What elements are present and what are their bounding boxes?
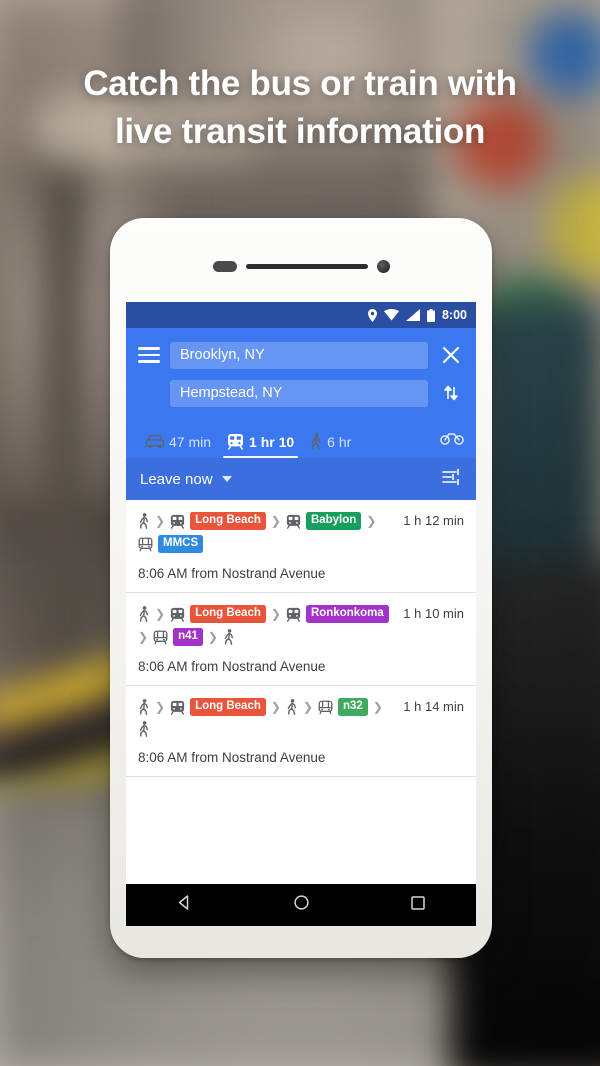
phone-mockup: 8:00 Brooklyn, NY Hempstead, NY 47 min 1… [110,218,492,958]
chevron-right-icon: ❯ [270,607,281,622]
train-icon [227,433,244,450]
destination-row: Hempstead, NY [126,374,476,412]
chevron-right-icon: ❯ [155,514,166,529]
route-steps-line: ❯ Long Beach ❯ ❯ n32 ❯ 1 h 14 min [138,698,464,738]
route-result-row[interactable]: ❯ Long Beach ❯ Ronkonkoma ❯ n41 ❯ 1 h 10 min 8:0… [126,593,476,687]
route-line-badge: n41 [173,628,203,647]
leave-now-dropdown[interactable]: Leave now [140,471,232,488]
android-nav-bar [126,884,476,926]
tab-driving[interactable]: 47 min [138,434,219,458]
route-line-badge: Ronkonkoma [305,605,389,624]
route-duration: 1 h 10 min [403,606,464,622]
origin-input[interactable]: Brooklyn, NY [170,341,428,369]
route-departure: 8:06 AM from Nostrand Avenue [138,566,326,582]
walk-icon [138,606,150,623]
chevron-down-icon [221,476,232,482]
destination-value: Hempstead, NY [180,385,283,401]
tab-transit-label: 1 hr 10 [249,433,295,450]
walk-icon [138,513,150,529]
chevron-right-icon: ❯ [207,630,218,645]
train-icon [286,607,301,622]
swap-icon[interactable] [438,384,464,402]
train-icon [170,514,185,529]
walk-icon [223,629,235,646]
signal-icon [405,309,420,321]
tab-cycling[interactable] [440,429,464,458]
wifi-icon [383,309,399,321]
front-camera-icon [376,260,390,273]
tab-driving-label: 47 min [169,434,212,450]
origin-value: Brooklyn, NY [180,347,265,363]
destination-input[interactable]: Hempstead, NY [170,379,428,407]
battery-icon [426,308,435,322]
home-icon[interactable] [293,894,310,916]
chevron-right-icon: ❯ [270,700,281,715]
recents-icon[interactable] [410,895,426,916]
walk-icon [138,721,150,738]
phone-screen: 8:00 Brooklyn, NY Hempstead, NY 47 min 1… [126,302,476,884]
origin-row: Brooklyn, NY [126,336,476,374]
status-bar-time: 8:00 [441,308,467,322]
proximity-sensor-icon [212,261,237,272]
travel-mode-tabs: 47 min 1 hr 10 6 hr [126,412,476,458]
app-header: Brooklyn, NY Hempstead, NY 47 min 1 hr 1… [126,328,476,458]
train-icon [170,700,185,715]
back-icon[interactable] [176,894,193,916]
route-line-badge: n32 [338,698,368,717]
chevron-right-icon: ❯ [155,607,166,622]
headline-line-1: Catch the bus or train with [83,64,517,103]
route-departure: 8:06 AM from Nostrand Avenue [138,659,326,675]
tab-transit[interactable]: 1 hr 10 [219,433,302,458]
headline: Catch the bus or train with live transit… [0,60,600,157]
bus-icon [138,537,153,552]
route-result-row[interactable]: ❯ Long Beach ❯ ❯ n32 ❯ 1 h 14 min 8:06 AM from … [126,686,476,778]
location-pin-icon [367,308,377,322]
walk-icon [138,699,150,716]
bike-icon [440,429,464,445]
train-icon [170,607,185,622]
chevron-right-icon: ❯ [138,630,149,645]
route-departure: 8:06 AM from Nostrand Avenue [138,750,326,766]
chevron-right-icon: ❯ [270,514,281,529]
hamburger-menu-icon[interactable] [138,347,160,363]
chevron-right-icon: ❯ [372,700,383,715]
headline-line-2: live transit information [114,112,486,152]
route-steps: ❯ Long Beach ❯ Babylon ❯ MMCS [138,512,400,554]
chevron-right-icon: ❯ [155,700,166,715]
status-bar: 8:00 [126,302,476,328]
route-line-badge: Long Beach [190,698,266,717]
leave-time-bar: Leave now [126,458,476,500]
bus-icon [318,700,333,715]
route-line-badge: MMCS [158,535,204,554]
route-steps-line: ❯ Long Beach ❯ Babylon ❯ MMCS 1 h 12 min [138,512,464,554]
phone-top-bezel [110,260,492,273]
walk-icon [310,433,322,450]
route-line-badge: Long Beach [190,512,266,531]
route-line-badge: Babylon [305,512,362,531]
leave-now-label: Leave now [140,470,213,488]
tab-walking[interactable]: 6 hr [302,433,359,458]
earpiece-speaker-icon [245,264,368,269]
route-line-badge: Long Beach [190,605,266,624]
close-icon[interactable] [438,346,464,364]
route-duration: 1 h 14 min [403,699,464,715]
chevron-right-icon: ❯ [366,514,377,529]
tune-filters-icon[interactable] [442,468,462,491]
tab-walking-label: 6 hr [327,433,352,450]
route-duration: 1 h 12 min [403,513,464,528]
walk-icon [286,699,298,716]
bus-icon [153,630,168,645]
route-result-row[interactable]: ❯ Long Beach ❯ Babylon ❯ MMCS 1 h 12 min 8:06 A… [126,500,476,594]
route-steps: ❯ Long Beach ❯ Ronkonkoma ❯ n41 ❯ [138,605,400,647]
route-steps-line: ❯ Long Beach ❯ Ronkonkoma ❯ n41 ❯ 1 h 10 min [138,605,464,647]
car-icon [146,435,164,449]
route-steps: ❯ Long Beach ❯ ❯ n32 ❯ [138,698,400,738]
train-icon [286,514,301,529]
route-results-list: ❯ Long Beach ❯ Babylon ❯ MMCS 1 h 12 min 8:06 A… [126,500,476,778]
chevron-right-icon: ❯ [302,700,313,715]
